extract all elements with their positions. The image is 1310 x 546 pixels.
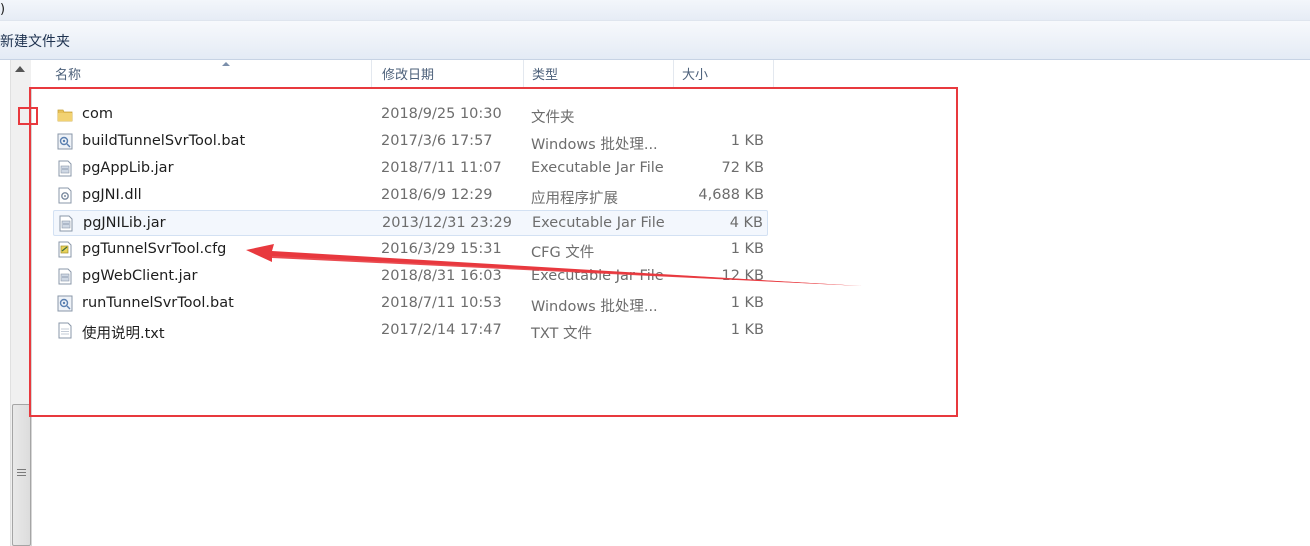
annotation-arrow-icon: [246, 244, 862, 286]
